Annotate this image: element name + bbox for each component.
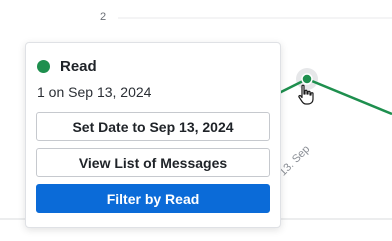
point-value-subtitle: 1 on Sep 13, 2024	[37, 84, 152, 100]
series-name: Read	[60, 58, 97, 75]
y-tick-label: 2	[100, 11, 107, 23]
view-list-button[interactable]: View List of Messages	[36, 148, 270, 177]
popover-header: Read	[37, 58, 97, 75]
filter-by-read-button[interactable]: Filter by Read	[36, 184, 270, 213]
series-color-dot	[37, 60, 50, 73]
set-date-button[interactable]: Set Date to Sep 13, 2024	[36, 112, 270, 141]
data-point-read[interactable]	[301, 73, 313, 85]
hand-pointer-icon	[298, 84, 314, 105]
chart-point-popover: Read 1 on Sep 13, 2024 Set Date to Sep 1…	[25, 42, 281, 228]
